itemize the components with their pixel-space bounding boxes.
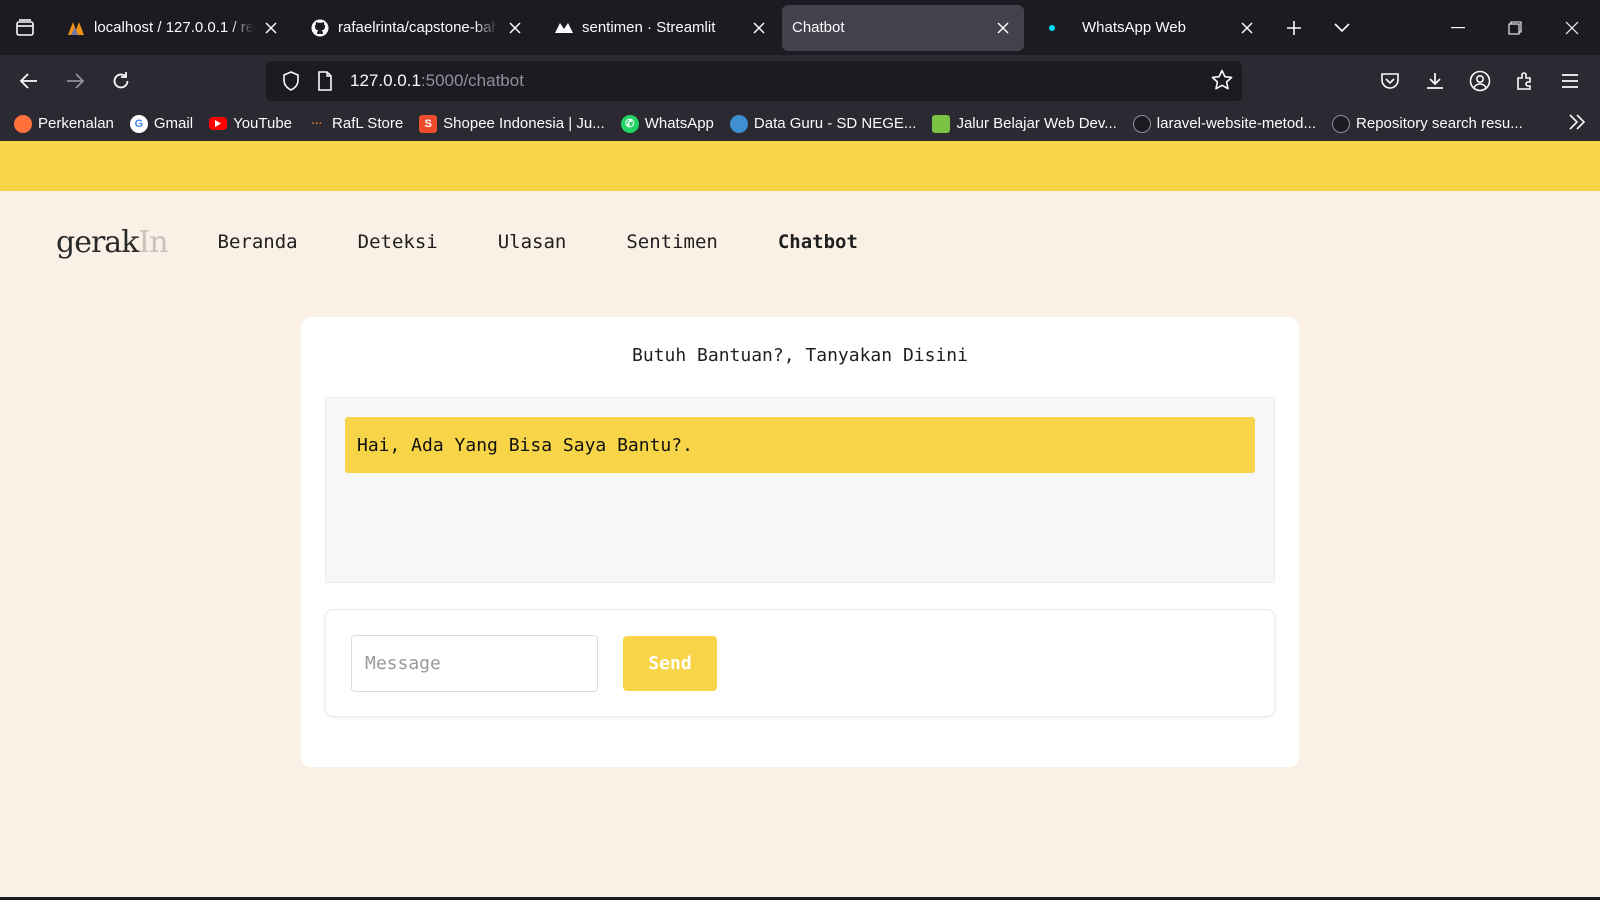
toolbar-actions [1367, 55, 1600, 106]
dot-icon [1042, 18, 1062, 38]
chatbot-card: Butuh Bantuan?, Tanyakan Disini Hai, Ada… [301, 317, 1299, 767]
nav-link-beranda[interactable]: Beranda [218, 231, 298, 253]
bookmark-item[interactable]: Jalur Belajar Web Dev... [932, 114, 1117, 133]
nav-link-chatbot[interactable]: Chatbot [778, 231, 858, 253]
send-button[interactable]: Send [623, 636, 717, 691]
bookmark-item[interactable]: Data Guru - SD NEGE... [729, 114, 916, 133]
extensions-icon[interactable] [1502, 61, 1547, 101]
browser-tab[interactable]: rafaelrinta/capstone-baha [294, 5, 536, 51]
close-tab-icon[interactable] [1236, 17, 1258, 39]
url-text: 127.0.0.1:5000/chatbot [350, 71, 524, 90]
close-tab-icon[interactable] [260, 17, 282, 39]
firefox-icon [14, 114, 32, 133]
page-info-icon[interactable] [312, 68, 338, 94]
close-tab-icon[interactable] [504, 17, 526, 39]
phpmyadmin-icon [66, 18, 86, 38]
google-icon: G [129, 114, 148, 133]
streamlit-icon [554, 18, 574, 38]
browser-tab[interactable]: localhost / 127.0.0.1 / revi [50, 5, 292, 51]
github-icon [1132, 114, 1151, 133]
chevron-double-right-icon[interactable] [1568, 112, 1586, 137]
tab-title: WhatsApp Web [1082, 19, 1186, 36]
whatsapp-icon: ✆ [620, 114, 639, 133]
browser-tab-active[interactable]: Chatbot [782, 4, 1024, 51]
menu-icon[interactable] [1547, 61, 1592, 101]
top-banner-strip [0, 141, 1600, 191]
tab-title: localhost / 127.0.0.1 / revi [94, 19, 254, 36]
bookmark-item[interactable]: Repository search resu... [1332, 114, 1523, 133]
forward-arrow-icon[interactable] [52, 61, 98, 101]
globe-icon [729, 114, 748, 133]
bookmark-item[interactable]: ✆ WhatsApp [620, 114, 714, 133]
image-icon [932, 114, 951, 133]
store-icon: ··· [311, 117, 323, 130]
site-navigation: gerakIn Beranda Deteksi Ulasan Sentimen … [56, 222, 918, 262]
download-icon[interactable] [1412, 61, 1457, 101]
browser-toolbar: 127.0.0.1:5000/chatbot [0, 55, 1600, 106]
github-icon [1332, 114, 1351, 133]
site-logo[interactable]: gerakIn [56, 225, 169, 260]
nav-link-sentimen[interactable]: Sentimen [626, 231, 718, 253]
account-icon[interactable] [1457, 61, 1502, 101]
bookmark-item[interactable]: YouTube [209, 115, 292, 132]
close-tab-icon[interactable] [992, 17, 1014, 39]
minimize-icon[interactable] [1429, 0, 1486, 55]
reload-icon[interactable] [98, 61, 144, 101]
bookmark-item[interactable]: G Gmail [129, 114, 193, 133]
nav-link-deteksi[interactable]: Deteksi [358, 231, 438, 253]
github-icon [310, 18, 330, 38]
pocket-icon[interactable] [1367, 61, 1412, 101]
tracking-shield-icon[interactable] [278, 68, 304, 94]
bookmark-item[interactable]: Perkenalan [14, 114, 114, 133]
youtube-icon [209, 117, 228, 130]
bookmark-star-icon[interactable] [1210, 68, 1234, 97]
chevron-down-icon[interactable] [1318, 0, 1366, 55]
close-tab-icon[interactable] [748, 17, 770, 39]
bookmark-item[interactable]: S Shopee Indonesia | Ju... [419, 114, 605, 133]
message-input[interactable] [351, 635, 598, 692]
new-tab-icon[interactable] [1270, 0, 1318, 55]
bot-message-bubble: Hai, Ada Yang Bisa Saya Bantu?. [345, 417, 1255, 473]
bookmark-item[interactable]: ··· RafL Store [308, 115, 404, 133]
bookmarks-bar: Perkenalan G Gmail YouTube ··· RafL Store … [0, 106, 1600, 141]
tab-title: Chatbot [792, 19, 845, 36]
address-bar[interactable]: 127.0.0.1:5000/chatbot [266, 61, 1242, 101]
chat-input-area: Send [325, 609, 1275, 717]
shopee-icon: S [419, 114, 438, 133]
bookmark-item[interactable]: laravel-website-metod... [1132, 114, 1316, 133]
close-window-icon[interactable] [1543, 0, 1600, 55]
tab-title: rafaelrinta/capstone-baha [338, 19, 498, 36]
nav-link-ulasan[interactable]: Ulasan [498, 231, 567, 253]
restore-icon[interactable] [1486, 0, 1543, 55]
back-arrow-icon[interactable] [6, 61, 52, 101]
tab-overview-icon[interactable] [0, 0, 50, 55]
tab-title: sentimen · Streamlit [582, 19, 716, 36]
chatbot-title: Butuh Bantuan?, Tanyakan Disini [632, 345, 968, 366]
browser-tab-bar: localhost / 127.0.0.1 / revi rafaelrinta… [0, 0, 1600, 55]
browser-tab[interactable]: WhatsApp Web [1026, 5, 1268, 51]
chat-messages-area: Hai, Ada Yang Bisa Saya Bantu?. [325, 397, 1275, 583]
browser-tab[interactable]: sentimen · Streamlit [538, 5, 780, 51]
